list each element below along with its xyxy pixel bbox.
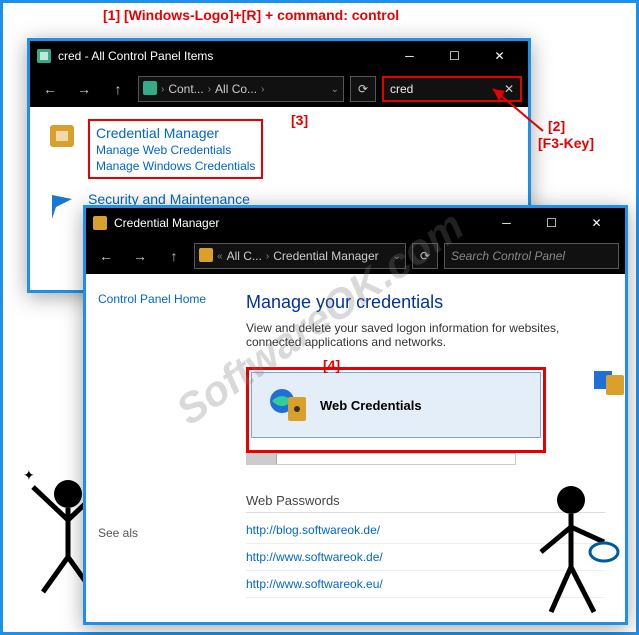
credential-manager-icon <box>199 248 213 265</box>
minimize-button[interactable]: ─ <box>484 208 529 238</box>
stickman-right <box>516 472 626 622</box>
back-button[interactable]: ← <box>92 242 120 270</box>
control-panel-root-icon <box>143 81 157 98</box>
highlight-box-3: Credential Manager Manage Web Credential… <box>88 119 263 179</box>
credential-manager-icon <box>92 215 108 231</box>
left-nav: Control Panel Home See als <box>86 274 246 622</box>
chevron-left-icon[interactable]: « <box>217 251 223 262</box>
titlebar[interactable]: Credential Manager ─ ☐ ✕ <box>86 208 625 238</box>
window-title: Credential Manager <box>114 216 484 230</box>
credential-manager-icon <box>46 119 78 151</box>
toolbar: ← → ↑ « All C... › Credential Manager ⌄ … <box>86 238 625 274</box>
forward-button[interactable]: → <box>126 242 154 270</box>
breadcrumb-1[interactable]: All C... <box>227 249 262 263</box>
windows-credentials-icon-partial[interactable] <box>592 363 626 404</box>
breadcrumb-2[interactable]: Credential Manager <box>273 249 378 263</box>
page-description: View and delete your saved logon informa… <box>246 321 605 349</box>
scroll-thumb[interactable] <box>247 454 277 464</box>
refresh-button[interactable]: ⟳ <box>350 76 376 102</box>
search-placeholder: Search Control Panel <box>451 249 565 263</box>
horizontal-scrollbar[interactable] <box>246 453 516 465</box>
result-credential-manager[interactable]: Credential Manager <box>96 125 219 141</box>
web-credentials-tab[interactable]: Web Credentials <box>251 372 541 438</box>
globe-safe-icon <box>268 385 308 425</box>
refresh-button[interactable]: ⟳ <box>412 243 438 269</box>
highlight-box-4: Web Credentials <box>246 367 546 453</box>
link-manage-windows-credentials[interactable]: Manage Windows Credentials <box>96 159 255 173</box>
address-bar[interactable]: › Cont... › All Co... › ⌄ <box>138 76 344 102</box>
security-flag-icon <box>46 191 78 223</box>
close-button[interactable]: ✕ <box>477 41 522 71</box>
see-also-label: See als <box>98 526 234 540</box>
annotation-1: [1] [Windows-Logo]+[R] + command: contro… <box>103 7 399 23</box>
arrow-annotation-2 <box>483 81 553 141</box>
svg-text:✦: ✦ <box>23 467 35 483</box>
titlebar[interactable]: cred - All Control Panel Items ─ ☐ ✕ <box>30 41 528 71</box>
up-button[interactable]: ↑ <box>160 242 188 270</box>
maximize-button[interactable]: ☐ <box>432 41 477 71</box>
annotation-2b: [F3-Key] <box>538 135 594 151</box>
control-panel-icon <box>36 48 52 64</box>
web-credentials-label: Web Credentials <box>320 398 422 413</box>
forward-button[interactable]: → <box>70 75 98 103</box>
annotation-4: [4] <box>323 357 340 373</box>
back-button[interactable]: ← <box>36 75 64 103</box>
window-title: cred - All Control Panel Items <box>58 49 387 63</box>
chevron-down-icon[interactable]: ⌄ <box>393 251 401 262</box>
chevron-right-icon[interactable]: › <box>161 84 164 95</box>
toolbar: ← → ↑ › Cont... › All Co... › ⌄ ⟳ cred ✕ <box>30 71 528 107</box>
search-input-value: cred <box>390 82 413 96</box>
maximize-button[interactable]: ☐ <box>529 208 574 238</box>
annotation-3: [3] <box>291 112 308 128</box>
search-input[interactable]: Search Control Panel <box>444 243 619 269</box>
control-panel-home-link[interactable]: Control Panel Home <box>98 292 206 306</box>
chevron-right-icon[interactable]: › <box>208 84 211 95</box>
annotation-2: [2] <box>548 118 565 134</box>
breadcrumb-2[interactable]: All Co... <box>215 82 257 96</box>
close-button[interactable]: ✕ <box>574 208 619 238</box>
chevron-right-icon[interactable]: › <box>266 251 269 262</box>
chevron-right-icon[interactable]: › <box>261 84 264 95</box>
address-bar[interactable]: « All C... › Credential Manager ⌄ <box>194 243 406 269</box>
link-manage-web-credentials[interactable]: Manage Web Credentials <box>96 143 255 157</box>
breadcrumb-1[interactable]: Cont... <box>168 82 203 96</box>
minimize-button[interactable]: ─ <box>387 41 432 71</box>
page-heading: Manage your credentials <box>246 292 605 313</box>
chevron-down-icon[interactable]: ⌄ <box>331 84 339 95</box>
up-button[interactable]: ↑ <box>104 75 132 103</box>
